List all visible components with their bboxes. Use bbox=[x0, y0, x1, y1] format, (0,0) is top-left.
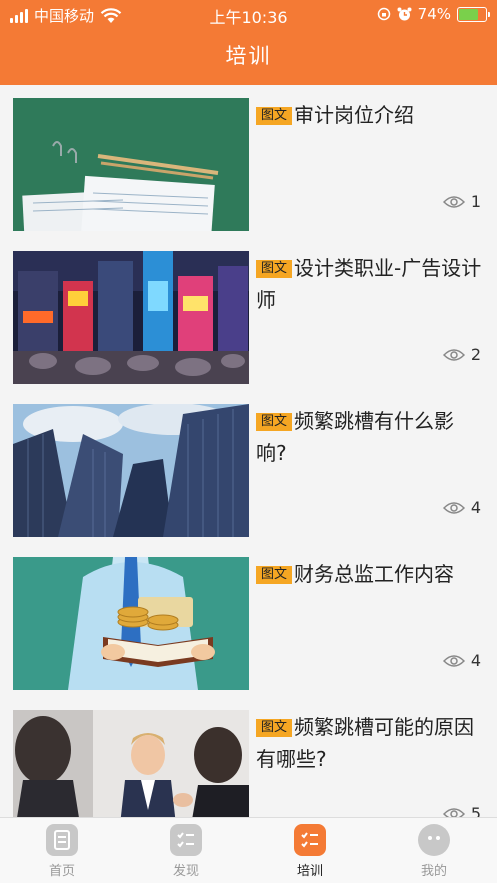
battery-icon bbox=[457, 6, 490, 22]
tab-label: 发现 bbox=[172, 864, 199, 879]
app-header: 中国移动 上午10:36 74% 培训 bbox=[0, 0, 497, 85]
status-bar: 中国移动 上午10:36 74% bbox=[0, 0, 497, 28]
article-tag: 图文 bbox=[256, 260, 293, 278]
article-thumbnail[interactable] bbox=[13, 404, 249, 537]
tab-home[interactable]: 首页 bbox=[0, 824, 124, 879]
article-title: 财务总监工作内容 bbox=[294, 562, 455, 586]
profile-face-icon bbox=[418, 824, 450, 856]
checklist-icon bbox=[170, 824, 202, 856]
alarm-icon bbox=[397, 7, 412, 20]
tab-label: 我的 bbox=[420, 864, 447, 879]
article-thumbnail[interactable] bbox=[13, 557, 249, 690]
eye-icon bbox=[442, 348, 465, 361]
view-count-value: 5 bbox=[470, 804, 481, 817]
article-tag: 图文 bbox=[256, 107, 293, 125]
eye-icon bbox=[442, 501, 465, 514]
eye-icon bbox=[442, 654, 465, 667]
article-item[interactable]: 图文 频繁跳槽有什么影响? 4 bbox=[0, 391, 497, 544]
article-item[interactable]: 图文 频繁跳槽可能的原因有哪些? 5 bbox=[0, 697, 497, 817]
training-list-icon bbox=[294, 824, 326, 856]
rotation-lock-icon bbox=[377, 7, 390, 21]
view-count-value: 4 bbox=[470, 651, 481, 670]
tab-training[interactable]: 培训 bbox=[248, 824, 372, 879]
battery-percent: 74% bbox=[417, 5, 451, 23]
document-icon bbox=[46, 824, 78, 856]
eye-icon bbox=[442, 195, 465, 208]
tab-label: 培训 bbox=[296, 864, 323, 879]
tab-label: 首页 bbox=[48, 864, 75, 879]
article-thumbnail[interactable] bbox=[13, 98, 249, 231]
article-title: 审计岗位介绍 bbox=[294, 103, 415, 127]
article-item[interactable]: 图文 财务总监工作内容 4 bbox=[0, 544, 497, 697]
tab-profile[interactable]: 我的 bbox=[372, 824, 496, 879]
article-item[interactable]: 图文 审计岗位介绍 1 bbox=[0, 85, 497, 238]
view-count: 5 bbox=[442, 804, 481, 817]
view-count: 2 bbox=[442, 345, 481, 364]
view-count: 4 bbox=[442, 651, 481, 670]
article-thumbnail[interactable] bbox=[13, 251, 249, 384]
bottom-tab-bar: 首页 发现 培训 我的 bbox=[0, 817, 497, 883]
view-count-value: 2 bbox=[470, 345, 481, 364]
eye-icon bbox=[442, 807, 465, 817]
view-count: 4 bbox=[442, 498, 481, 517]
view-count-value: 4 bbox=[470, 498, 481, 517]
article-tag: 图文 bbox=[256, 719, 293, 737]
article-tag: 图文 bbox=[256, 413, 293, 431]
article-item[interactable]: 图文 设计类职业-广告设计师 2 bbox=[0, 238, 497, 391]
view-count-value: 1 bbox=[470, 192, 481, 211]
page-title: 培训 bbox=[225, 44, 272, 68]
article-thumbnail[interactable] bbox=[13, 710, 249, 817]
view-count: 1 bbox=[442, 192, 481, 211]
article-list[interactable]: 图文 审计岗位介绍 1 图文 设计类职业-广告设计师 2 图文 频繁跳槽有什么影… bbox=[0, 85, 497, 817]
tab-discover[interactable]: 发现 bbox=[124, 824, 248, 879]
article-tag: 图文 bbox=[256, 566, 293, 584]
